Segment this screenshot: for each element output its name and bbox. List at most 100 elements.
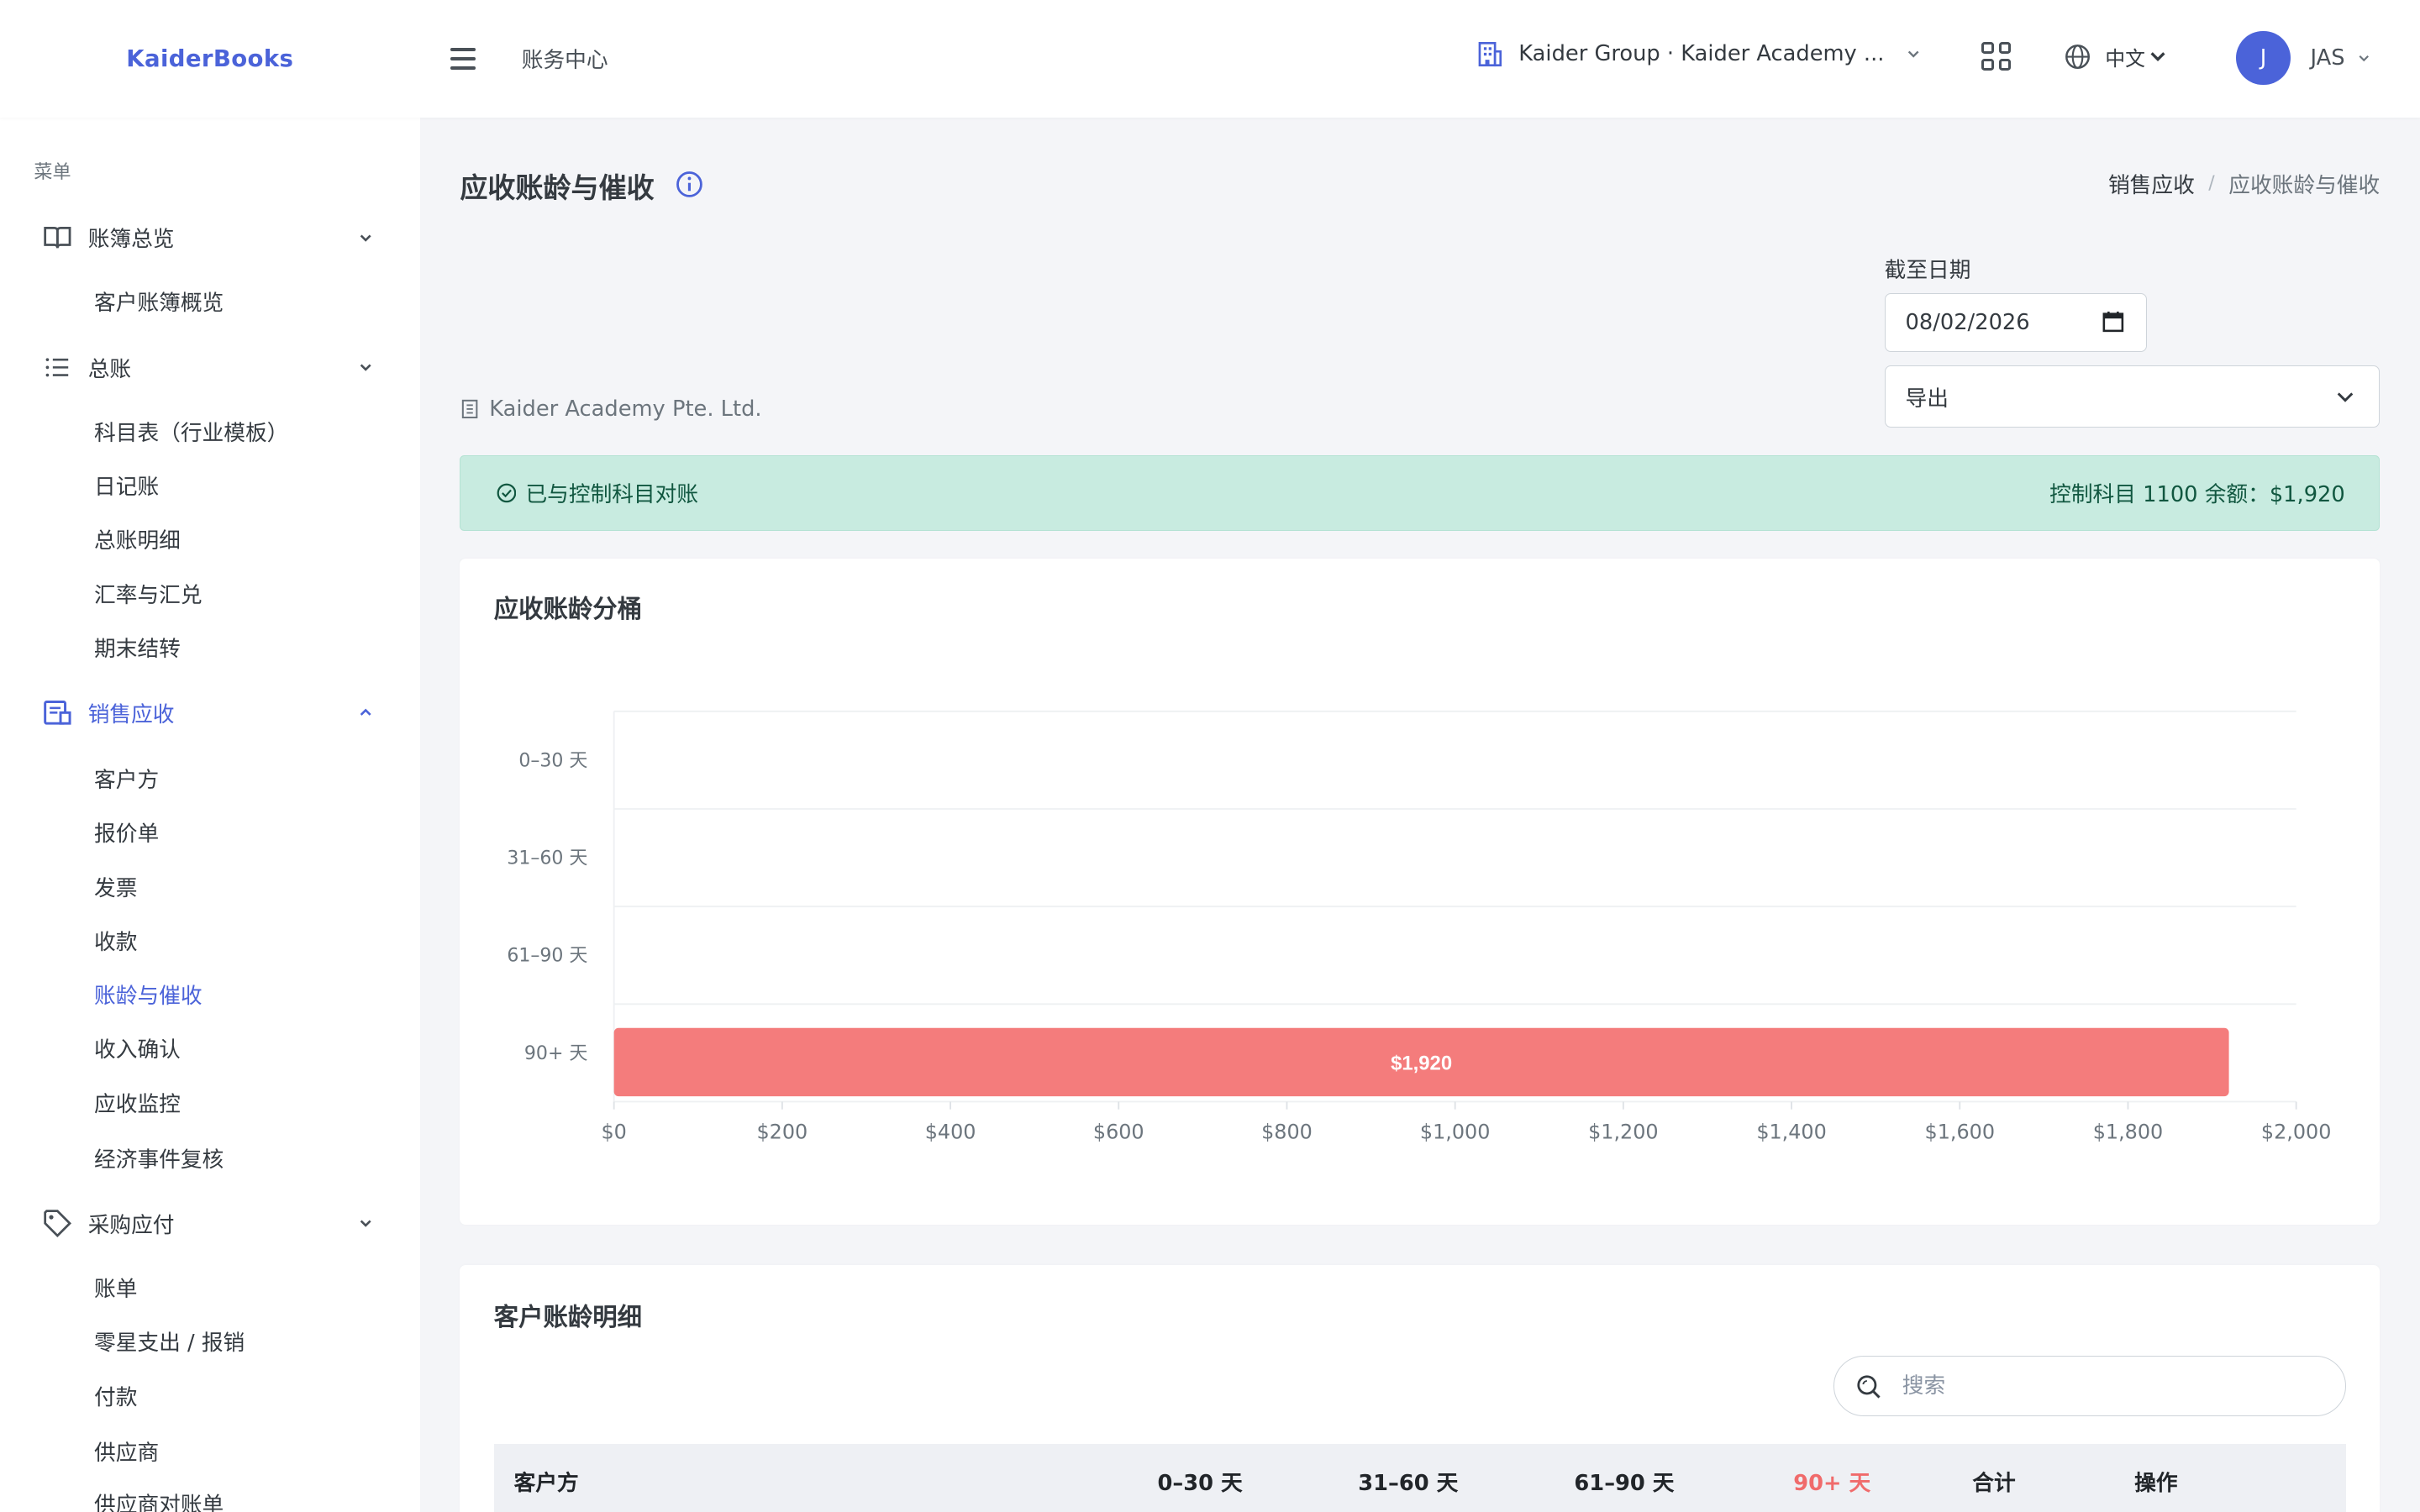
control-account-balance: 控制科目 1100 余额：$1,920 bbox=[2049, 482, 2345, 508]
chevron-down-icon bbox=[2359, 55, 2370, 61]
sidebar-item-expenses[interactable]: 零星支出 / 报销 bbox=[94, 1328, 245, 1359]
sidebar-group-sales-receivables[interactable]: 销售应收 bbox=[0, 686, 420, 738]
chevron-down-icon bbox=[2150, 52, 2165, 62]
x-tick-label: $400 bbox=[925, 1120, 976, 1143]
sidebar: 菜单 账簿总览 客户账簿概览 总账 科目表（行业模板） 日记账 总账明细 汇率与… bbox=[0, 117, 420, 1512]
list-icon bbox=[45, 358, 68, 377]
x-tick-label: $200 bbox=[757, 1120, 808, 1143]
x-tick-label: $0 bbox=[602, 1120, 627, 1143]
sidebar-group-label: 账簿总览 bbox=[87, 227, 175, 253]
sidebar-item-revenue-recognition[interactable]: 收入确认 bbox=[94, 1035, 181, 1066]
sidebar-item-invoices[interactable]: 发票 bbox=[94, 874, 137, 905]
info-icon[interactable] bbox=[675, 170, 704, 199]
chevron-down-icon bbox=[360, 364, 371, 371]
x-tick-label: $1,800 bbox=[2093, 1120, 2164, 1143]
sidebar-item-vendor-statements[interactable]: 供应商对账单 bbox=[94, 1490, 224, 1512]
language-switcher[interactable]: 中文 bbox=[2064, 42, 2167, 71]
y-tick-label: 90+ 天 bbox=[524, 1043, 588, 1064]
sidebar-item-economic-event-review[interactable]: 经济事件复核 bbox=[94, 1145, 224, 1176]
org-switcher[interactable]: Kaider Group · Kaider Academy ... bbox=[1476, 40, 1922, 68]
user-menu[interactable]: J JAS bbox=[2236, 30, 2370, 85]
x-tick-label: $600 bbox=[1093, 1120, 1144, 1143]
column-header-90-plus[interactable]: 90+ 天 bbox=[1793, 1466, 1870, 1497]
breadcrumb-link[interactable]: 销售应收 bbox=[2108, 168, 2195, 199]
aging-chart-card: 应收账龄分桶 $0 $200 $400 $600 $800 $1,000 $1,200 $1,… bbox=[460, 558, 2381, 1226]
sidebar-item-customers[interactable]: 客户方 bbox=[94, 765, 159, 796]
as-of-date-value: 08/02/2026 bbox=[1905, 309, 2030, 335]
customer-aging-card: 客户账龄明细 客户方 0–30 天 31–60 天 61–90 天 90+ 天 … bbox=[460, 1265, 2381, 1512]
sidebar-item-journal[interactable]: 日记账 bbox=[94, 472, 159, 503]
bar-data-label: $1,920 bbox=[1391, 1053, 1452, 1075]
column-header-actions: 操作 bbox=[2134, 1470, 2178, 1496]
sidebar-group-label: 采购应付 bbox=[87, 1212, 175, 1238]
breadcrumb-separator: / bbox=[2208, 173, 2215, 195]
page-context: 账务中心 bbox=[521, 48, 608, 74]
sidebar-item-receipts[interactable]: 收款 bbox=[94, 927, 137, 958]
sidebar-item-gl-detail[interactable]: 总账明细 bbox=[94, 526, 181, 557]
as-of-date-input[interactable]: 08/02/2026 bbox=[1884, 292, 2147, 352]
user-name: JAS bbox=[2310, 45, 2345, 71]
company-label: Kaider Academy Pte. Ltd. bbox=[489, 396, 762, 423]
table-title: 客户账龄明细 bbox=[493, 1302, 642, 1331]
y-tick-label: 0–30 天 bbox=[519, 750, 588, 771]
receipt-icon bbox=[43, 701, 71, 725]
search-icon bbox=[1857, 1374, 1881, 1399]
search-input[interactable] bbox=[1902, 1373, 2304, 1399]
building-icon bbox=[1478, 41, 1502, 66]
globe-icon bbox=[2065, 44, 2090, 69]
sidebar-item-aging-collections[interactable]: 账龄与催收 bbox=[94, 981, 203, 1012]
reconciliation-alert: 已与控制科目对账 控制科目 1100 余额：$1,920 bbox=[460, 454, 2381, 531]
language-label: 中文 bbox=[2105, 46, 2145, 71]
y-tick-label: 31–60 天 bbox=[508, 848, 588, 869]
chevron-down-icon bbox=[2337, 392, 2354, 402]
aging-bucket-chart: $0 $200 $400 $600 $800 $1,000 $1,200 $1,400 $1,6… bbox=[508, 710, 2332, 1143]
tag-icon bbox=[43, 1210, 71, 1238]
avatar: J bbox=[2236, 30, 2291, 85]
x-tick-label: $1,000 bbox=[1420, 1120, 1491, 1143]
brand-logo[interactable]: KaiderBooks bbox=[0, 45, 420, 72]
sidebar-item-chart-of-accounts[interactable]: 科目表（行业模板） bbox=[94, 418, 288, 449]
export-select[interactable]: 导出 bbox=[1884, 365, 2381, 428]
sidebar-group-label: 销售应收 bbox=[87, 702, 175, 728]
sidebar-item-period-close[interactable]: 期末结转 bbox=[94, 634, 181, 665]
column-header-31-60[interactable]: 31–60 天 bbox=[1358, 1466, 1458, 1497]
sidebar-group-purchases-payables[interactable]: 采购应付 bbox=[0, 1197, 420, 1249]
sidebar-group-label: 总账 bbox=[87, 356, 132, 382]
sidebar-group-ledger-overview[interactable]: 账簿总览 bbox=[0, 212, 420, 264]
org-switcher-label: Kaider Group · Kaider Academy ... bbox=[1518, 41, 1885, 67]
check-circle-icon bbox=[497, 483, 516, 503]
export-select-value: 导出 bbox=[1905, 386, 1949, 412]
page-title: 应收账龄与催收 bbox=[460, 171, 655, 204]
menu-title: 菜单 bbox=[34, 162, 71, 184]
search-field[interactable] bbox=[1833, 1356, 2346, 1417]
chevron-down-icon bbox=[360, 234, 371, 242]
column-header-total[interactable]: 合计 bbox=[1972, 1466, 2015, 1497]
sidebar-item-fx[interactable]: 汇率与汇兑 bbox=[94, 580, 203, 612]
chevron-down-icon bbox=[360, 1220, 371, 1228]
as-of-date-label: 截至日期 bbox=[1884, 258, 1971, 284]
calendar-icon[interactable] bbox=[2102, 311, 2124, 333]
sidebar-item-ar-monitoring[interactable]: 应收监控 bbox=[94, 1089, 181, 1121]
book-open-icon bbox=[43, 227, 71, 249]
sidebar-item-bills[interactable]: 账单 bbox=[94, 1274, 137, 1305]
chevron-down-icon bbox=[1907, 50, 1919, 58]
column-header-customer[interactable]: 客户方 bbox=[514, 1466, 579, 1497]
menu-toggle-icon[interactable] bbox=[450, 47, 476, 70]
sidebar-item-customer-ledger-overview[interactable]: 客户账簿概览 bbox=[94, 288, 224, 319]
sidebar-item-quotes[interactable]: 报价单 bbox=[94, 819, 159, 850]
chevron-up-icon bbox=[360, 708, 371, 717]
breadcrumb-current: 应收账龄与催收 bbox=[2228, 173, 2381, 199]
table-header: 客户方 0–30 天 31–60 天 61–90 天 90+ 天 合计 操作 bbox=[493, 1444, 2346, 1512]
column-header-61-90[interactable]: 61–90 天 bbox=[1574, 1466, 1674, 1497]
apps-grid-icon[interactable] bbox=[1981, 41, 2012, 71]
x-tick-label: $800 bbox=[1261, 1120, 1313, 1143]
column-header-0-30[interactable]: 0–30 天 bbox=[1158, 1466, 1243, 1497]
sidebar-item-vendors[interactable]: 供应商 bbox=[94, 1438, 159, 1469]
x-tick-label: $1,400 bbox=[1757, 1120, 1828, 1143]
building-icon bbox=[461, 399, 478, 419]
y-tick-label: 61–90 天 bbox=[508, 945, 588, 966]
sidebar-group-general-ledger[interactable]: 总账 bbox=[0, 341, 420, 393]
sidebar-item-payments[interactable]: 付款 bbox=[94, 1383, 137, 1414]
x-tick-label: $1,200 bbox=[1588, 1120, 1659, 1143]
x-tick-label: $2,000 bbox=[2261, 1120, 2331, 1143]
